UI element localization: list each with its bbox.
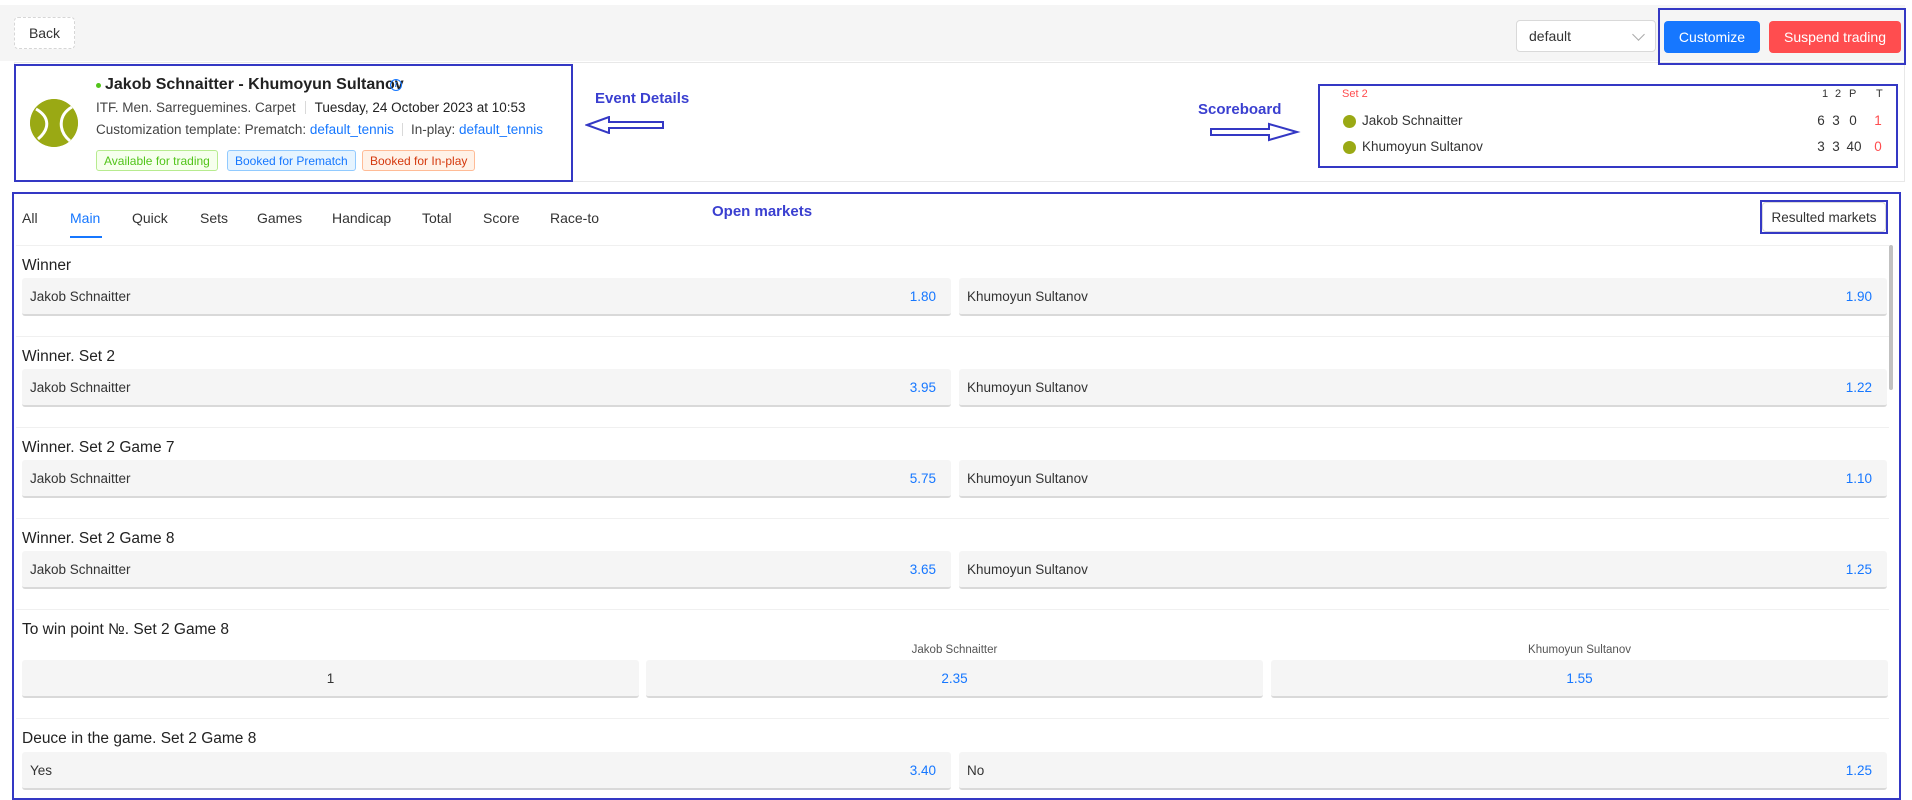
annotation-box-event-details xyxy=(14,64,573,182)
chevron-down-icon xyxy=(1632,27,1645,41)
annotation-box-open-markets xyxy=(12,192,1901,800)
annotation-box-toolbar-actions xyxy=(1658,8,1906,65)
annotation-box-scoreboard xyxy=(1318,84,1898,168)
template-select-value: default xyxy=(1529,28,1572,44)
template-select[interactable]: default xyxy=(1516,20,1656,52)
right-arrow-icon xyxy=(1210,122,1301,142)
annotation-label-open-markets: Open markets xyxy=(712,203,813,220)
left-arrow-icon xyxy=(585,116,664,134)
annotation-box-resulted-markets xyxy=(1760,200,1888,234)
annotation-label-scoreboard: Scoreboard xyxy=(1198,101,1282,118)
annotation-label-event-details: Event Details xyxy=(595,90,690,107)
back-button[interactable]: Back xyxy=(14,17,75,49)
